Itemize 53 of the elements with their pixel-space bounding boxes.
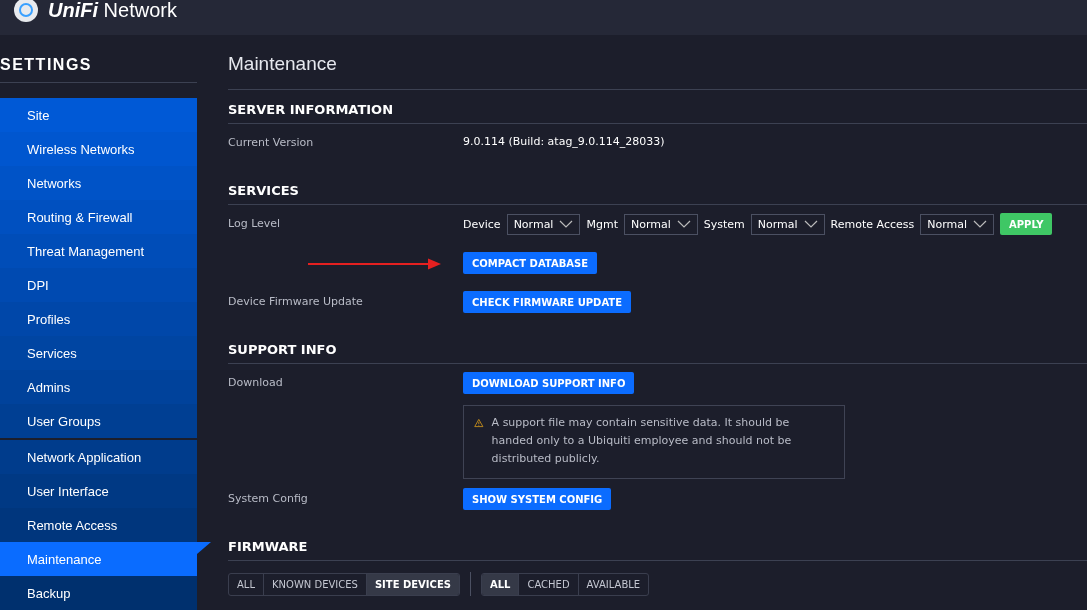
filter-tab[interactable]: ALL — [481, 573, 519, 595]
field-label: Log Level — [228, 217, 281, 230]
sidebar-title: SETTINGS — [0, 47, 197, 83]
select-label: System — [703, 217, 745, 231]
chevron-down-icon — [676, 220, 691, 228]
sidebar-item[interactable]: DPI — [0, 268, 197, 302]
selection-notch-icon — [197, 542, 211, 554]
page-title: Maintenance — [228, 39, 1087, 90]
log-level-select[interactable]: Normal — [750, 213, 825, 235]
log-level-select[interactable]: Normal — [920, 213, 995, 235]
version-text: 9.0.114 (Build: atag_9.0.114_28033) — [463, 134, 665, 148]
filter-tab[interactable]: ALL — [229, 573, 263, 595]
sidebar-item[interactable]: Routing & Firewall — [0, 200, 197, 234]
warning-text: A support file may contain sensitive data. It should be handed only to a Ubiquiti employee and should not be distributed publicly. — [491, 415, 793, 467]
select-label: Mgmt — [586, 217, 618, 231]
action-button[interactable]: DOWNLOAD SUPPORT INFO — [463, 372, 635, 394]
section-title: FIRMWARE — [228, 527, 1087, 561]
filter-tab[interactable]: AVAILABLE — [577, 573, 649, 595]
chevron-down-icon — [559, 220, 574, 228]
sidebar-item[interactable]: Remote Access — [0, 508, 197, 542]
select-label: Device — [463, 217, 501, 231]
chevron-down-icon — [803, 220, 818, 228]
filter-tab[interactable]: CACHED — [518, 573, 578, 595]
action-button[interactable]: COMPACT DATABASE — [463, 252, 598, 274]
sidebar-item[interactable]: Site — [0, 98, 197, 132]
action-button[interactable]: CHECK FIRMWARE UPDATE — [463, 291, 631, 313]
sidebar-item[interactable]: Networks — [0, 166, 197, 200]
filter-tab[interactable]: KNOWN DEVICES — [263, 573, 366, 595]
field-label: Download — [228, 376, 283, 389]
sidebar-item[interactable]: User Interface — [0, 474, 197, 508]
field-label: Current Version — [228, 136, 314, 149]
filter-tab[interactable]: SITE DEVICES — [365, 573, 459, 595]
sidebar-item[interactable]: Wireless Networks — [0, 132, 197, 166]
field-label: System Config — [228, 492, 308, 505]
log-level-select[interactable]: Normal — [623, 213, 698, 235]
section-title: SUPPORT INFO — [228, 330, 1087, 364]
app-title: UniFi Network — [48, 0, 177, 22]
sidebar-item[interactable]: User Groups — [0, 404, 197, 438]
sidebar-item[interactable]: Profiles — [0, 302, 197, 336]
section-title: SERVICES — [228, 171, 1087, 205]
field-label: Device Firmware Update — [228, 295, 363, 308]
sidebar-item[interactable]: Threat Management — [0, 234, 197, 268]
sidebar-item[interactable]: Maintenance — [0, 542, 197, 576]
action-button[interactable]: SHOW SYSTEM CONFIG — [463, 488, 612, 510]
sidebar-item[interactable]: Admins — [0, 370, 197, 404]
sidebar-item[interactable]: Network Application — [0, 440, 197, 474]
log-level-select[interactable]: Normal — [506, 213, 581, 235]
logo-icon — [14, 0, 38, 22]
select-label: Remote Access — [830, 217, 915, 231]
sidebar-item[interactable]: Services — [0, 336, 197, 370]
chevron-down-icon — [973, 220, 988, 228]
section-title: SERVER INFORMATION — [228, 90, 1087, 124]
sidebar-item[interactable]: Backup — [0, 576, 197, 610]
